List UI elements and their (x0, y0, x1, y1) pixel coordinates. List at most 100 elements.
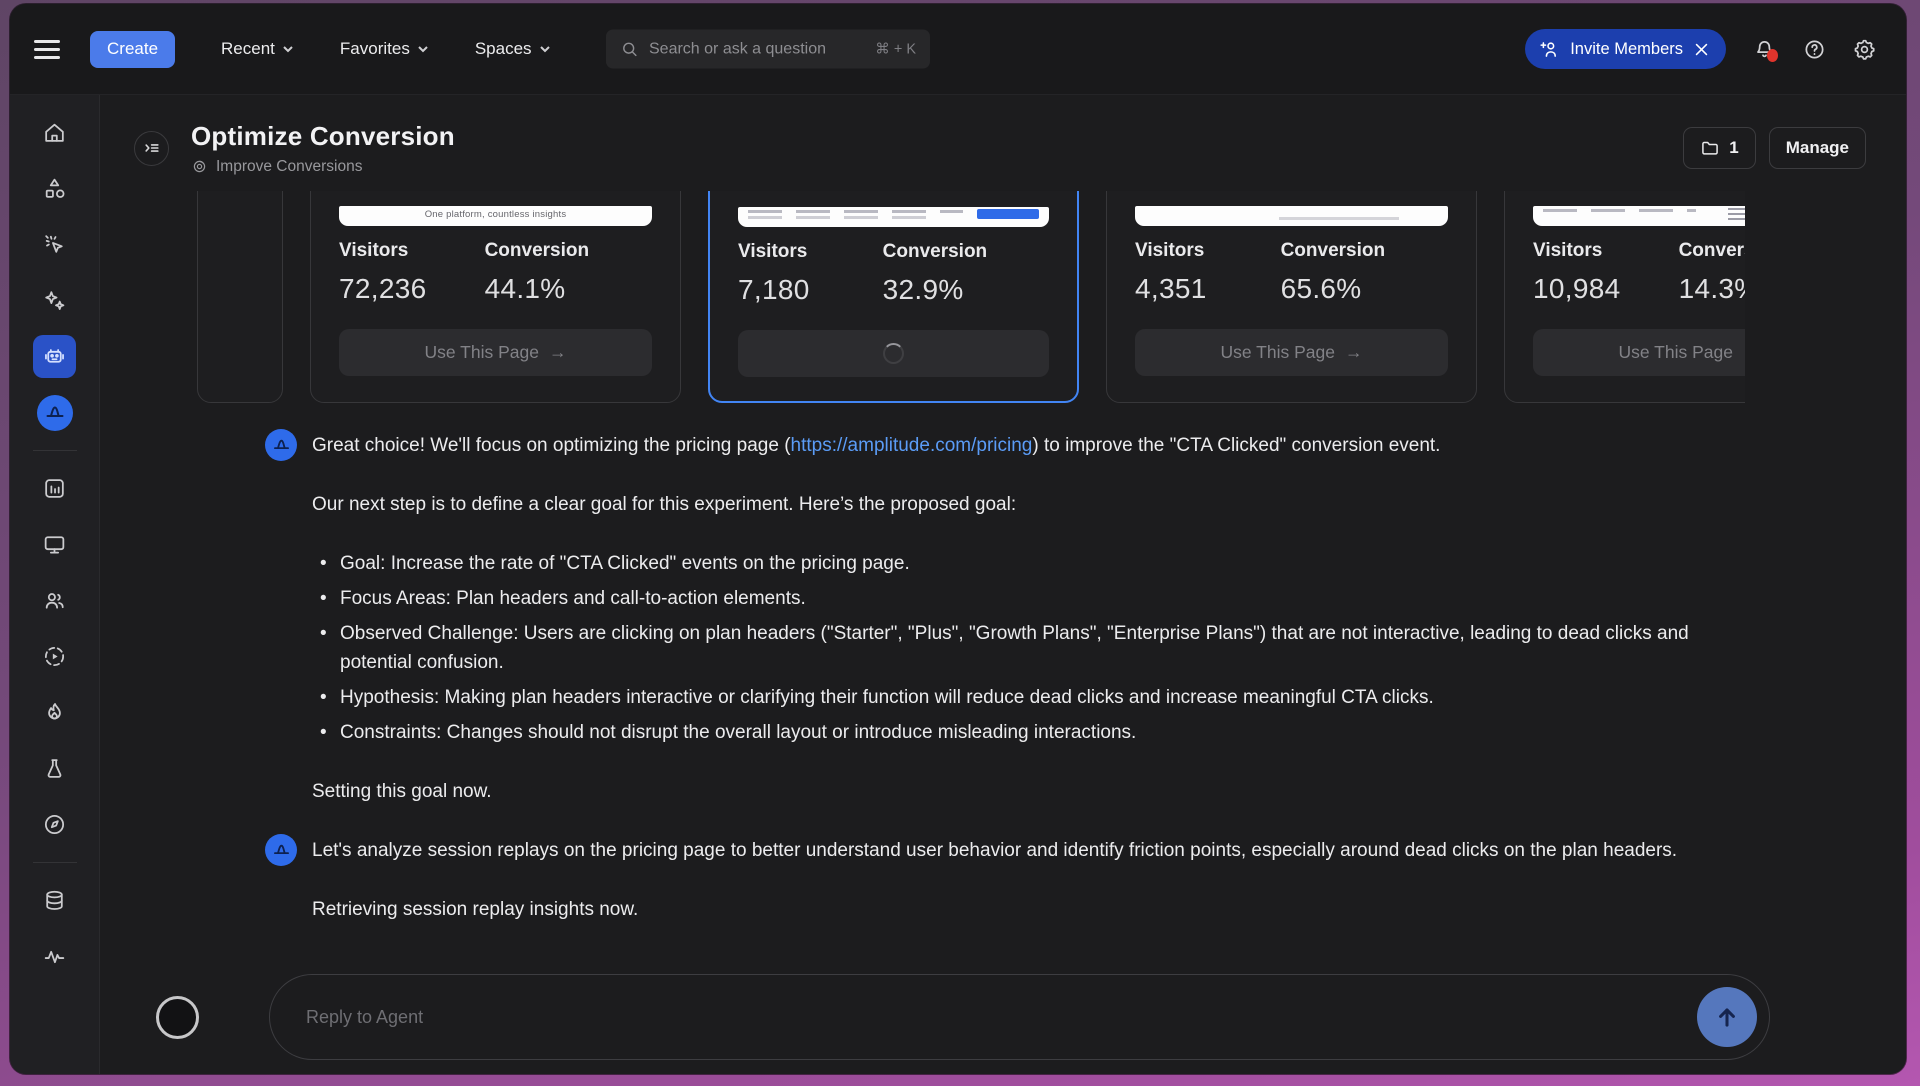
sidebar-item-objects[interactable] (33, 167, 76, 210)
status-circle[interactable] (156, 996, 199, 1039)
robot-icon (42, 344, 67, 369)
visitors-value: 10,984 (1533, 273, 1679, 305)
message-paragraph: Our next step is to define a clear goal … (312, 490, 1737, 519)
sidebar-item-experiments[interactable] (33, 747, 76, 790)
agent-message-2: Let's analyze session replays on the pri… (265, 836, 1737, 924)
sidebar-item-charts[interactable] (33, 467, 76, 510)
chevron-down-icon (282, 43, 294, 55)
sidebar (10, 95, 100, 1074)
sidebar-item-discover[interactable] (33, 803, 76, 846)
sidebar-item-heatmaps[interactable] (33, 691, 76, 734)
help-button[interactable] (1803, 38, 1826, 61)
agent-chat: Great choice! We'll focus on optimizing … (265, 431, 1737, 924)
conversion-label: Conversion (883, 241, 1049, 263)
bullet-item: Observed Challenge: Users are clicking o… (318, 619, 1737, 677)
manage-button[interactable]: Manage (1769, 127, 1866, 169)
hamburger-menu-icon[interactable] (34, 36, 60, 62)
page-thumbnail (1533, 206, 1745, 226)
bullet-item: Focus Areas: Plan headers and call-to-ac… (318, 584, 1737, 613)
sidebar-item-users[interactable] (33, 579, 76, 622)
sidebar-item-events[interactable] (33, 223, 76, 266)
conversion-value: 14.3% (1679, 273, 1745, 305)
message-paragraph: Great choice! We'll focus on optimizing … (312, 431, 1737, 460)
thumbnail-caption: One platform, countless insights (339, 209, 652, 220)
sidebar-item-amplitude[interactable] (33, 391, 76, 434)
page-thumbnail: One platform, countless insights (339, 206, 652, 226)
page-card-4[interactable]: Visitors Conversion 10,984 14.3% Use Thi… (1504, 191, 1745, 403)
conversion-value: 44.1% (485, 273, 652, 305)
search-placeholder: Search or ask a question (649, 40, 865, 58)
visitors-label: Visitors (1135, 240, 1281, 262)
message-paragraph: Retrieving session replay insights now. (312, 895, 1677, 924)
sidebar-item-session-replay[interactable] (33, 635, 76, 678)
sidebar-item-dashboards[interactable] (33, 523, 76, 566)
sidebar-item-agent[interactable] (33, 335, 76, 378)
gear-icon (1853, 38, 1876, 61)
visitors-label: Visitors (1533, 240, 1679, 262)
folder-count-button[interactable]: 1 (1683, 127, 1755, 169)
visitors-label: Visitors (738, 241, 883, 263)
chevron-down-icon (539, 43, 551, 55)
sparkles-icon (42, 288, 67, 313)
agent-avatar (265, 429, 297, 461)
message-paragraph: Setting this goal now. (312, 777, 1737, 806)
create-button[interactable]: Create (90, 31, 175, 68)
use-this-page-button[interactable]: Use This Page → (339, 329, 652, 376)
visitors-label: Visitors (339, 240, 485, 262)
conversion-label: Conversion (485, 240, 652, 262)
page-card-1[interactable]: One platform, countless insights Visitor… (310, 191, 681, 403)
page-header: Optimize Conversion Improve Conversions … (100, 95, 1906, 191)
flask-icon (42, 756, 67, 781)
thumbnail-cta-chip (977, 209, 1039, 219)
agent-message-1: Great choice! We'll focus on optimizing … (265, 431, 1737, 806)
page-card-2-selected[interactable]: Visitors Conversion 7,180 32.9% (708, 191, 1079, 403)
sidebar-item-ai[interactable] (33, 279, 76, 322)
sidebar-item-home[interactable] (33, 111, 76, 154)
menu-recent[interactable]: Recent (221, 39, 294, 59)
conversion-value: 32.9% (883, 274, 1049, 306)
page-card-partial[interactable] (197, 191, 283, 403)
compass-icon (42, 812, 67, 837)
menu-spaces[interactable]: Spaces (475, 39, 551, 59)
notification-dot (1767, 49, 1778, 62)
collapse-panel-button[interactable] (134, 131, 169, 166)
visitors-value: 72,236 (339, 273, 485, 305)
menu-favorites[interactable]: Favorites (340, 39, 429, 59)
search-shortcut: ⌘ + K (875, 41, 916, 57)
invite-members-button[interactable]: Invite Members (1525, 29, 1726, 69)
pricing-page-link[interactable]: https://amplitude.com/pricing (791, 435, 1033, 456)
topbar: Create Recent Favorites Spaces Search or… (10, 4, 1906, 95)
shapes-icon (42, 176, 67, 201)
home-icon (42, 120, 67, 145)
search-input[interactable]: Search or ask a question ⌘ + K (606, 30, 930, 69)
close-icon[interactable] (1693, 41, 1710, 58)
sidebar-item-activity[interactable] (33, 935, 76, 978)
bullet-item: Hypothesis: Making plan headers interact… (318, 683, 1737, 712)
database-icon (42, 888, 67, 913)
settings-button[interactable] (1853, 38, 1876, 61)
play-circle-icon (42, 644, 67, 669)
composer-bar (156, 974, 1770, 1060)
use-this-page-button-loading[interactable] (738, 330, 1049, 377)
use-this-page-button[interactable]: Use This Page → (1533, 329, 1745, 376)
use-this-page-button[interactable]: Use This Page → (1135, 329, 1448, 376)
sidebar-divider (33, 450, 77, 451)
conversion-label: Conversion (1281, 240, 1448, 262)
search-icon (620, 40, 639, 59)
reply-input[interactable] (269, 974, 1770, 1060)
sidebar-item-data[interactable] (33, 879, 76, 922)
page-title: Optimize Conversion (191, 121, 455, 152)
amplitude-logo-icon (271, 840, 292, 861)
conversion-label: Conversion (1679, 240, 1745, 262)
notifications-button[interactable] (1753, 38, 1776, 61)
page-card-3[interactable]: Visitors Conversion 4,351 65.6% Use This… (1106, 191, 1477, 403)
visitors-value: 4,351 (1135, 273, 1281, 305)
page-card-carousel[interactable]: One platform, countless insights Visitor… (197, 191, 1745, 403)
chevron-down-icon (417, 43, 429, 55)
goal-bullet-list: Goal: Increase the rate of "CTA Clicked"… (318, 549, 1737, 747)
send-button[interactable] (1697, 987, 1757, 1047)
arrow-up-icon (1713, 1003, 1741, 1031)
arrow-right-icon: → (549, 342, 567, 363)
visitors-value: 7,180 (738, 274, 883, 306)
page-subtitle: Improve Conversions (216, 158, 362, 176)
